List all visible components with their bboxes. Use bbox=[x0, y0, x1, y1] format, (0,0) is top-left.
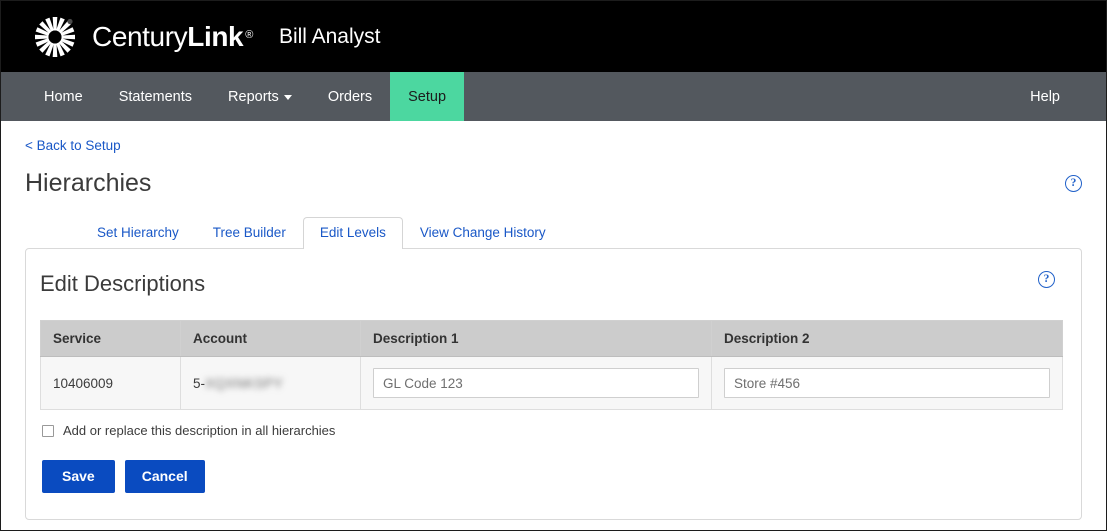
nav-item-label: Orders bbox=[327, 88, 373, 105]
panel-header: Edit Descriptions ? bbox=[40, 271, 1065, 297]
tab-tree-builder[interactable]: Tree Builder bbox=[196, 217, 303, 248]
brand-wordmark: Century Link ® bbox=[92, 21, 253, 53]
column-header-account: Account bbox=[180, 320, 361, 357]
nav-item-orders[interactable]: Orders bbox=[310, 72, 390, 121]
edit-descriptions-panel: Edit Descriptions ? Service Account Desc… bbox=[25, 248, 1082, 520]
panel-title: Edit Descriptions bbox=[40, 271, 206, 296]
table-row: 10406009 5-XQXNKSPY bbox=[40, 356, 1063, 410]
nav-item-label: Statements bbox=[118, 88, 193, 105]
cell-account: 5-XQXNKSPY bbox=[180, 356, 361, 410]
nav-item-help[interactable]: Help bbox=[1012, 72, 1078, 121]
brand-header: Century Link ® Bill Analyst bbox=[1, 1, 1106, 72]
save-button[interactable]: Save bbox=[42, 460, 115, 493]
tab-view-change-history[interactable]: View Change History bbox=[403, 217, 563, 248]
nav-item-setup[interactable]: Setup bbox=[390, 72, 465, 121]
descriptions-table-wrapper: Service Account Description 1 Descriptio… bbox=[40, 320, 1065, 410]
nav-item-statements[interactable]: Statements bbox=[101, 72, 210, 121]
brand-name-bold: Link bbox=[187, 20, 244, 52]
table-header-row: Service Account Description 1 Descriptio… bbox=[40, 320, 1063, 357]
brand-name-light: Century bbox=[92, 20, 188, 52]
nav-item-label: Setup bbox=[408, 88, 447, 105]
main-navigation: Home Statements Reports Orders Setup Hel… bbox=[1, 72, 1106, 121]
tab-strip: Set Hierarchy Tree Builder Edit Levels V… bbox=[25, 217, 1082, 249]
cell-service: 10406009 bbox=[40, 356, 181, 410]
apply-all-hierarchies-label[interactable]: Add or replace this description in all h… bbox=[63, 423, 335, 438]
tab-edit-levels[interactable]: Edit Levels bbox=[302, 217, 403, 249]
cell-description-2 bbox=[711, 356, 1063, 410]
table-body: 10406009 5-XQXNKSPY bbox=[40, 356, 1063, 410]
description-1-input[interactable] bbox=[373, 368, 699, 398]
nav-right-group: Help bbox=[1012, 72, 1106, 121]
nav-item-label: Help bbox=[1030, 88, 1060, 105]
column-header-service: Service bbox=[40, 320, 181, 357]
nav-item-home[interactable]: Home bbox=[26, 72, 101, 121]
page-help-icon[interactable]: ? bbox=[1065, 175, 1082, 192]
account-prefix: 5- bbox=[193, 375, 206, 391]
page-title-row: Hierarchies ? bbox=[25, 169, 1082, 198]
account-redacted-value: XQXNKSPY bbox=[205, 375, 284, 391]
cancel-button[interactable]: Cancel bbox=[124, 460, 205, 493]
app-title: Bill Analyst bbox=[278, 24, 381, 48]
centurylink-starburst-icon bbox=[31, 13, 79, 61]
apply-all-hierarchies-row: Add or replace this description in all h… bbox=[40, 423, 1065, 438]
tab-set-hierarchy[interactable]: Set Hierarchy bbox=[80, 217, 196, 248]
table-header: Service Account Description 1 Descriptio… bbox=[40, 320, 1063, 357]
page-title: Hierarchies bbox=[25, 169, 152, 197]
nav-item-label: Reports bbox=[228, 88, 279, 105]
nav-item-reports[interactable]: Reports bbox=[210, 72, 310, 121]
back-to-setup-link[interactable]: < Back to Setup bbox=[25, 138, 121, 153]
cell-description-1 bbox=[360, 356, 712, 410]
descriptions-table: Service Account Description 1 Descriptio… bbox=[40, 320, 1063, 410]
apply-all-hierarchies-checkbox[interactable] bbox=[42, 424, 54, 437]
app-window: Century Link ® Bill Analyst Home Statement… bbox=[0, 0, 1107, 531]
panel-help-icon[interactable]: ? bbox=[1038, 271, 1055, 288]
nav-item-label: Home bbox=[44, 88, 83, 105]
column-header-description-2: Description 2 bbox=[711, 320, 1063, 357]
page-content: < Back to Setup Hierarchies ? Set Hierar… bbox=[1, 121, 1106, 520]
registered-mark: ® bbox=[245, 28, 253, 41]
column-header-description-1: Description 1 bbox=[360, 320, 712, 357]
description-2-input[interactable] bbox=[724, 368, 1050, 398]
form-actions: Save Cancel bbox=[40, 460, 1065, 493]
chevron-down-icon bbox=[283, 95, 292, 100]
